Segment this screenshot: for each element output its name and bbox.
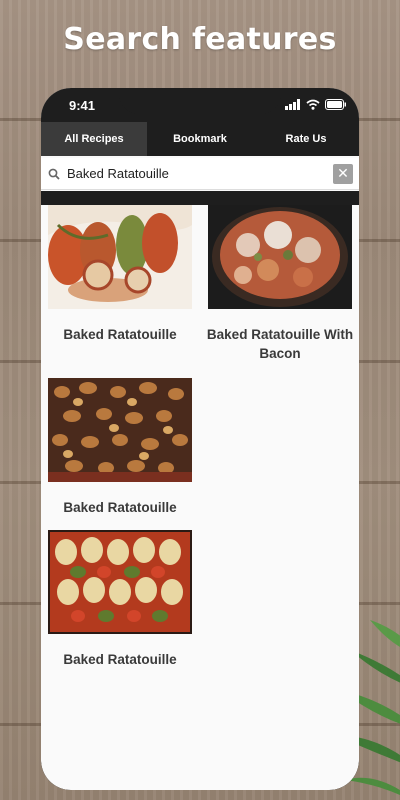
- promo-headline: Search features: [63, 22, 337, 57]
- recipe-title: Baked Ratatouille: [63, 327, 177, 342]
- recipe-card[interactable]: Baked Ratatouille With Bacon: [201, 205, 359, 363]
- search-divider: [41, 191, 359, 205]
- recipe-image-rolls: [48, 205, 192, 309]
- battery-icon: [325, 99, 346, 110]
- tab-rate-us[interactable]: Rate Us: [253, 122, 359, 156]
- search-bar: ✕: [41, 158, 359, 190]
- recipe-title: Baked Ratatouille: [63, 652, 177, 667]
- recipe-title: Baked Ratatouille With Bacon: [206, 327, 354, 361]
- notch: [119, 88, 281, 114]
- wifi-icon: [306, 99, 320, 110]
- recipe-image-bacon: [208, 205, 352, 309]
- recipe-card[interactable]: Baked Ratatouille: [41, 530, 199, 669]
- tab-bookmark[interactable]: Bookmark: [147, 122, 253, 156]
- clear-search-button[interactable]: ✕: [333, 163, 353, 184]
- status-time: 9:41: [69, 98, 96, 113]
- recipe-image-tray: [48, 378, 192, 482]
- app-screen: 9:41 All Recipes Bookmark Rate Us Baked …: [41, 88, 359, 790]
- recipe-card[interactable]: Baked Ratatouille: [41, 378, 199, 517]
- signal-icon: [285, 99, 300, 110]
- tab-all-recipes[interactable]: All Recipes: [41, 122, 147, 156]
- search-input[interactable]: [65, 166, 333, 181]
- tab-bar: All Recipes Bookmark Rate Us: [41, 122, 359, 156]
- status-icons: [285, 99, 347, 110]
- close-icon: ✕: [337, 165, 349, 182]
- phone-frame: 9:41 All Recipes Bookmark Rate Us Baked …: [41, 88, 359, 790]
- search-icon: [43, 168, 65, 180]
- recipe-title: Baked Ratatouille: [63, 500, 177, 515]
- recipe-card[interactable]: Baked Ratatouille: [41, 205, 199, 344]
- results-grid: Baked Ratatouille Baked Ratatouille With…: [41, 205, 359, 790]
- recipe-image-sliced: [48, 530, 192, 634]
- status-bar: 9:41: [41, 88, 359, 122]
